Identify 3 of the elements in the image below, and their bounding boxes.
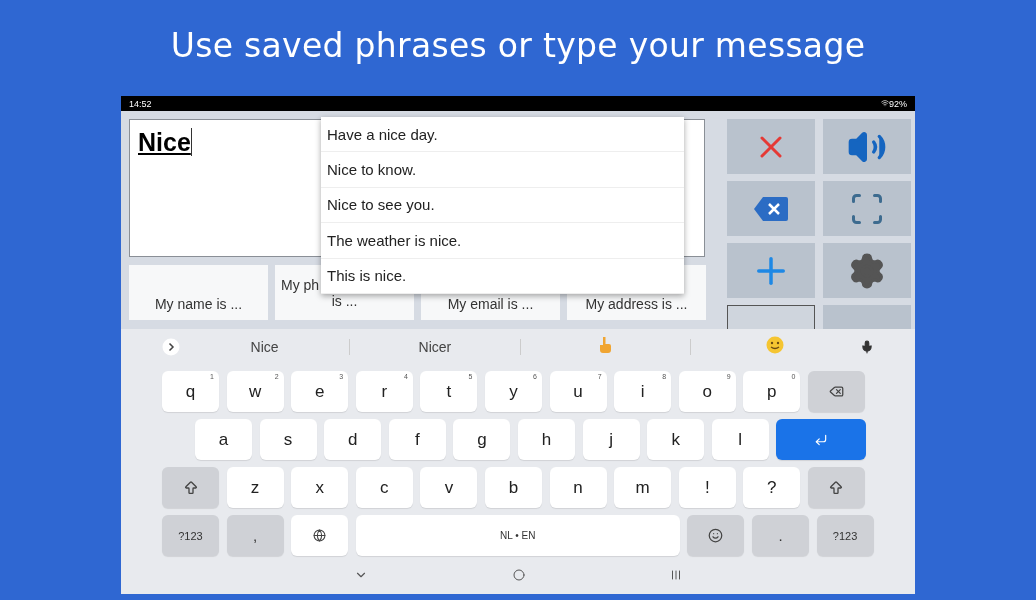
headline: Use saved phrases or type your message xyxy=(170,26,866,67)
battery-level: 92% xyxy=(889,98,907,109)
status-time: 14:52 xyxy=(129,98,152,109)
